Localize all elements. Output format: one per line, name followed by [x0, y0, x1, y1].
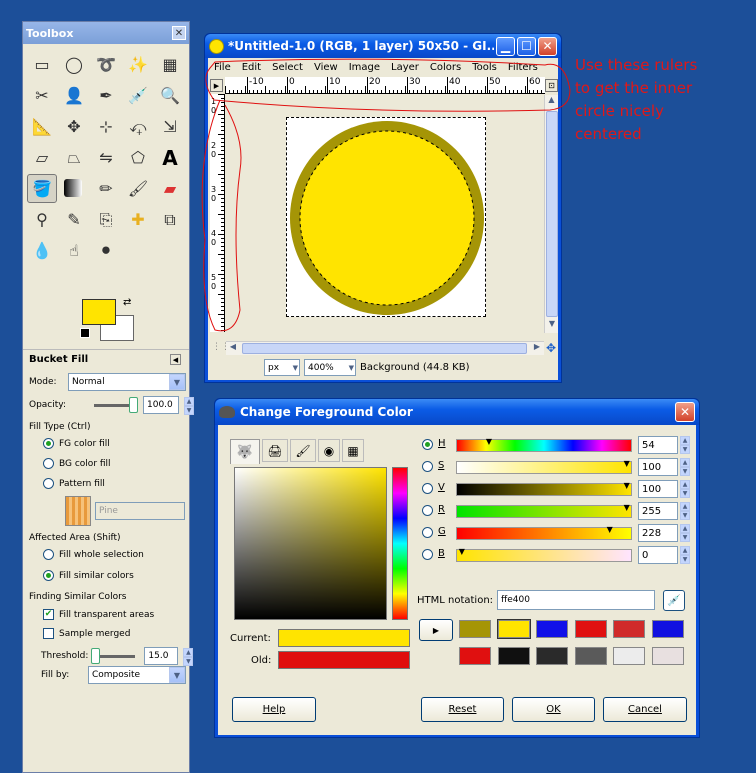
color-dialog-titlebar[interactable]: Change Foreground Color ✕: [215, 399, 699, 425]
channel-h-radio[interactable]: [422, 439, 433, 450]
reset-button[interactable]: Reset: [421, 697, 504, 722]
cancel-label: Cancel: [628, 704, 662, 715]
gimp-wilber-icon: [219, 406, 235, 418]
channel-v-radio[interactable]: [422, 483, 433, 494]
color-dialog-client: 🐺 🖨 🖌 ◉ ▦ Current: Old: H ▼ 54 ▲ ▼ S ▼ 100 ▲ ▼ V ▼ 1…: [218, 425, 696, 735]
channel-b-row: B ▼ 0 ▲ ▼: [422, 545, 692, 565]
history-swatch[interactable]: [651, 647, 684, 665]
channel-g-value: 228: [642, 527, 662, 539]
history-swatch[interactable]: [574, 620, 607, 638]
wheel-selector-tab[interactable]: ◉: [318, 439, 340, 462]
annotation-line-1: Use these rulers: [575, 56, 698, 74]
channel-v-label: V: [438, 482, 445, 493]
channel-g-radio[interactable]: [422, 527, 433, 538]
channel-h-row: H ▼ 54 ▲ ▼: [422, 435, 692, 455]
history-swatch[interactable]: [613, 647, 645, 665]
channel-r-row: R ▼ 255 ▲ ▼: [422, 501, 692, 521]
channel-v-slider[interactable]: ▼: [456, 482, 632, 496]
slider-marker-icon[interactable]: ▼: [607, 526, 613, 534]
channel-s-radio[interactable]: [422, 461, 433, 472]
channel-b-input[interactable]: 0: [638, 546, 678, 564]
channel-s-spinner[interactable]: ▲ ▼: [680, 458, 690, 476]
slider-marker-icon[interactable]: ▼: [624, 460, 630, 468]
channel-h-value: 54: [642, 439, 655, 451]
channel-v-row: V ▼ 100 ▲ ▼: [422, 479, 692, 499]
channel-s-row: S ▼ 100 ▲ ▼: [422, 457, 692, 477]
channel-b-value: 0: [642, 549, 649, 561]
channel-r-slider[interactable]: ▼: [456, 504, 632, 518]
watercolor-selector-tab[interactable]: ▦: [342, 439, 364, 462]
channel-g-input[interactable]: 228: [638, 524, 678, 542]
paintbrush-selector-tab[interactable]: 🖌: [290, 439, 316, 462]
history-swatch[interactable]: [459, 620, 491, 638]
color-dialog: Change Foreground Color ✕ 🐺 🖨 🖌 ◉ ▦ Curr…: [214, 398, 700, 738]
channel-r-spinner[interactable]: ▲ ▼: [680, 502, 690, 520]
channel-r-radio[interactable]: [422, 505, 433, 516]
reset-label: Reset: [448, 704, 477, 715]
cancel-button[interactable]: Cancel: [603, 697, 687, 722]
help-button[interactable]: Help: [232, 697, 316, 722]
history-swatch[interactable]: [613, 620, 645, 638]
html-notation-input[interactable]: ffe400: [497, 590, 655, 610]
channel-h-input[interactable]: 54: [638, 436, 678, 454]
saturation-value-square[interactable]: [234, 467, 387, 620]
html-notation-value: ffe400: [501, 595, 530, 605]
channel-h-spinner[interactable]: ▲ ▼: [680, 436, 690, 454]
channel-g-row: G ▼ 228 ▲ ▼: [422, 523, 692, 543]
old-label: Old:: [251, 655, 272, 666]
channel-r-input[interactable]: 255: [638, 502, 678, 520]
history-swatch[interactable]: [459, 647, 491, 665]
history-swatch[interactable]: [536, 647, 568, 665]
eyedropper-button[interactable]: 💉: [663, 590, 685, 611]
ok-button[interactable]: OK: [512, 697, 595, 722]
history-swatch[interactable]: [496, 619, 531, 639]
annotation-line-3: circle nicely: [575, 102, 664, 120]
channel-s-label: S: [438, 460, 445, 471]
history-swatch[interactable]: [574, 647, 607, 665]
slider-marker-icon[interactable]: ▼: [624, 482, 630, 490]
channel-g-slider[interactable]: ▼: [456, 526, 632, 540]
old-color-swatch: [278, 651, 410, 669]
channel-r-value: 255: [642, 505, 662, 517]
slider-marker-icon[interactable]: ▼: [459, 548, 465, 556]
channel-v-spinner[interactable]: ▲ ▼: [680, 480, 690, 498]
current-color-swatch: [278, 629, 410, 647]
channel-v-value: 100: [642, 483, 662, 495]
channel-b-slider[interactable]: ▼: [456, 548, 632, 562]
channel-s-value: 100: [642, 461, 662, 473]
html-notation-label: HTML notation:: [417, 595, 494, 606]
channel-b-label: B: [438, 548, 445, 559]
channel-v-input[interactable]: 100: [638, 480, 678, 498]
channel-b-radio[interactable]: [422, 549, 433, 560]
channel-g-label: G: [438, 526, 446, 537]
printer-selector-tab[interactable]: 🖨: [262, 439, 288, 462]
selector-tabs: 🐺 🖨 🖌 ◉ ▦: [230, 439, 364, 464]
history-swatch[interactable]: [651, 620, 684, 638]
channel-r-label: R: [438, 504, 445, 515]
channel-h-slider[interactable]: ▼: [456, 438, 632, 452]
channel-g-spinner[interactable]: ▲ ▼: [680, 524, 690, 542]
annotation-line-4: centered: [575, 125, 642, 143]
color-dialog-title: Change Foreground Color: [240, 405, 413, 419]
slider-marker-icon[interactable]: ▼: [624, 504, 630, 512]
help-label: Help: [262, 704, 286, 715]
annotation-line-2: to get the inner: [575, 79, 693, 97]
channel-s-input[interactable]: 100: [638, 458, 678, 476]
channel-b-spinner[interactable]: ▲ ▼: [680, 546, 690, 564]
history-swatch[interactable]: [497, 647, 530, 665]
slider-marker-icon[interactable]: ▼: [486, 438, 492, 446]
channel-h-label: H: [438, 438, 446, 449]
current-label: Current:: [230, 633, 271, 644]
gimp-selector-tab[interactable]: 🐺: [230, 439, 260, 464]
dialog-close-button[interactable]: ✕: [675, 402, 695, 422]
channel-s-slider[interactable]: ▼: [456, 460, 632, 474]
history-swatch[interactable]: [536, 620, 568, 638]
ok-label: OK: [546, 704, 561, 715]
annotation-text: Use these rulers to get the inner circle…: [575, 54, 697, 146]
add-to-history-button[interactable]: ▶: [419, 619, 453, 641]
hue-strip[interactable]: [392, 467, 408, 620]
